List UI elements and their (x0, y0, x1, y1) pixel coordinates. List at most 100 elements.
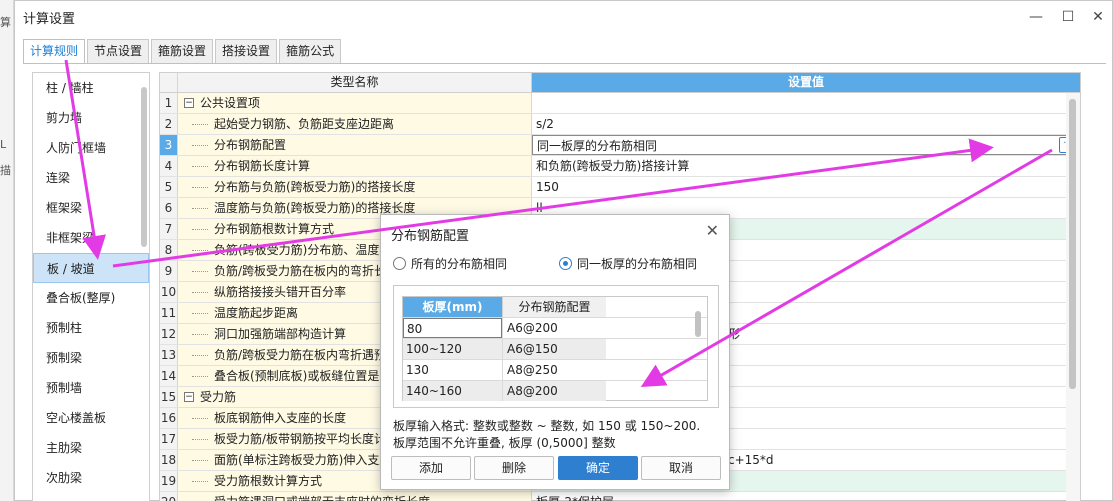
ok-button[interactable]: 确定 (558, 456, 638, 480)
category-item[interactable]: 柱 / 墙柱 (33, 73, 149, 103)
config-cell[interactable]: A8@250 (502, 360, 606, 380)
config-cell[interactable]: A8@200 (502, 381, 606, 401)
category-item[interactable]: 预制墙 (33, 373, 149, 403)
category-item[interactable]: 非框架梁 (33, 223, 149, 253)
setting-value-text: c+15*d (728, 453, 774, 467)
table-row-selected[interactable]: 3 分布钢筋配置 同一板厚的分布筋相同 ··· (160, 135, 1080, 156)
table-row[interactable]: 80 A6@200 (403, 317, 707, 338)
minimize-icon[interactable]: — (1025, 6, 1047, 28)
table-row[interactable]: 5 分布筋与负筋(跨板受力筋)的搭接长度 150 (160, 177, 1080, 198)
background-window-text: 算 (0, 16, 11, 29)
table-row[interactable]: 100~120 A6@150 (403, 338, 707, 359)
setting-name: 起始受力钢筋、负筋距支座边距离 (178, 114, 532, 134)
table-row[interactable]: 2 起始受力钢筋、负筋距支座边距离 s/2 (160, 114, 1080, 135)
dialog-title: 分布钢筋配置 (391, 229, 470, 244)
category-item[interactable]: 预制梁 (33, 343, 149, 373)
thickness-cell[interactable]: 140~160 (403, 381, 502, 401)
category-scrollbar[interactable] (141, 87, 147, 247)
category-item-selected[interactable]: 板 / 坡道 (33, 253, 149, 283)
table-row[interactable]: 4 分布钢筋长度计算 和负筋(跨板受力筋)搭接计算 (160, 156, 1080, 177)
row-number: 12 (160, 324, 178, 344)
row-number: 8 (160, 240, 178, 260)
title-bar: 计算设置 — ☐ ✕ (15, 1, 1112, 35)
category-item[interactable]: 框架梁 (33, 193, 149, 223)
tab-stirrup-settings[interactable]: 箍筋设置 (151, 39, 214, 63)
window-title: 计算设置 (23, 12, 76, 27)
row-number: 14 (160, 366, 178, 386)
close-icon[interactable]: ✕ (1087, 6, 1109, 28)
setting-value[interactable]: 150 (532, 177, 1080, 197)
row-number: 11 (160, 303, 178, 323)
setting-value[interactable]: 和负筋(跨板受力筋)搭接计算 (532, 156, 1080, 176)
table-row[interactable]: 140~160 A8@200 (403, 380, 707, 401)
setting-value-text: 同一板厚的分布筋相同 (537, 139, 658, 153)
row-number: 18 (160, 450, 178, 470)
thickness-header: 板厚(mm) (403, 297, 502, 317)
input-format-hint: 板厚输入格式: 整数或整数 ~ 整数, 如 150 或 150~200. 板厚范… (393, 418, 700, 452)
collapse-icon[interactable]: − (184, 391, 194, 402)
grid-scrollbar-thumb[interactable] (1069, 99, 1076, 389)
config-cell[interactable]: A6@200 (502, 318, 606, 338)
add-button[interactable]: 添加 (391, 456, 471, 480)
table-row[interactable]: 1 − 公共设置项 (160, 93, 1080, 114)
thickness-table-frame: 板厚(mm) 分布钢筋配置 80 A6@200 100~120 A6@150 1… (393, 285, 719, 408)
category-item[interactable]: 预制柱 (33, 313, 149, 343)
tab-node-settings[interactable]: 节点设置 (87, 39, 150, 63)
hint-line: 板厚输入格式: 整数或整数 ~ 整数, 如 150 或 150~200. (393, 419, 701, 433)
table-row[interactable]: 20 受力筋遇洞口或端部无支座时的弯折长度 板厚-2*保护层 (160, 492, 1080, 501)
cancel-button[interactable]: 取消 (641, 456, 721, 480)
background-window-edge: 算 L 描 (0, 0, 14, 501)
tab-stirrup-formula[interactable]: 箍筋公式 (279, 39, 342, 63)
thickness-cell[interactable]: 100~120 (403, 339, 502, 359)
table-row[interactable]: 130 A8@250 (403, 359, 707, 380)
category-item[interactable]: 剪力墙 (33, 103, 149, 133)
setting-name: 分布筋与负筋(跨板受力筋)的搭接长度 (178, 177, 532, 197)
thickness-cell[interactable]: 130 (403, 360, 502, 380)
radio-all-same[interactable]: 所有的分布筋相同 (393, 255, 507, 272)
radio-button[interactable] (393, 257, 406, 270)
background-window-text: L (0, 138, 7, 151)
maximize-icon[interactable]: ☐ (1057, 6, 1079, 28)
row-number: 9 (160, 261, 178, 281)
category-item[interactable]: 主肋梁 (33, 433, 149, 463)
tab-calc-rules[interactable]: 计算规则 (23, 39, 86, 64)
grid-header: 类型名称 设置值 (160, 73, 1080, 93)
setting-name: 分布钢筋配置 (178, 135, 532, 155)
setting-name: 分布钢筋长度计算 (178, 156, 532, 176)
category-item[interactable]: 次肋梁 (33, 463, 149, 493)
row-number: 2 (160, 114, 178, 134)
radio-same-thickness[interactable]: 同一板厚的分布筋相同 (559, 255, 697, 272)
table-scrollbar[interactable] (695, 311, 701, 337)
category-item[interactable]: 连梁 (33, 163, 149, 193)
setting-value[interactable] (532, 93, 1080, 113)
tab-bar: 计算规则 节点设置 箍筋设置 搭接设置 箍筋公式 (23, 39, 343, 64)
radio-button-checked[interactable] (559, 257, 572, 270)
row-number: 20 (160, 492, 178, 501)
row-number: 7 (160, 219, 178, 239)
background-window-text: 描 (0, 164, 11, 177)
setting-value[interactable]: s/2 (532, 114, 1080, 134)
config-cell[interactable]: A6@150 (502, 339, 606, 359)
tab-lap-settings[interactable]: 搭接设置 (215, 39, 278, 63)
close-icon[interactable]: ✕ (706, 221, 719, 240)
row-number-header (160, 73, 178, 92)
setting-value-editor[interactable]: 同一板厚的分布筋相同 ··· (532, 135, 1080, 155)
category-item[interactable]: 人防门框墙 (33, 133, 149, 163)
thickness-cell[interactable]: 80 (403, 318, 502, 338)
row-number: 10 (160, 282, 178, 302)
row-number: 3 (160, 135, 178, 155)
distribution-rebar-dialog: 分布钢筋配置 ✕ 所有的分布筋相同 同一板厚的分布筋相同 板厚(mm) 分布钢筋… (380, 214, 730, 490)
radio-label: 同一板厚的分布筋相同 (577, 257, 698, 271)
setting-value[interactable]: 板厚-2*保护层 (532, 492, 1080, 501)
category-item[interactable]: 叠合板(整厚) (33, 283, 149, 313)
category-item[interactable]: 空心楼盖板 (33, 403, 149, 433)
row-number: 16 (160, 408, 178, 428)
row-number: 19 (160, 471, 178, 491)
delete-button[interactable]: 删除 (474, 456, 554, 480)
row-number: 13 (160, 345, 178, 365)
setting-name: 受力筋遇洞口或端部无支座时的弯折长度 (178, 492, 532, 501)
group-label: 公共设置项 (200, 96, 261, 110)
table-header: 板厚(mm) 分布钢筋配置 (403, 297, 707, 317)
collapse-icon[interactable]: − (184, 97, 194, 108)
group-label: 受力筋 (200, 390, 237, 404)
